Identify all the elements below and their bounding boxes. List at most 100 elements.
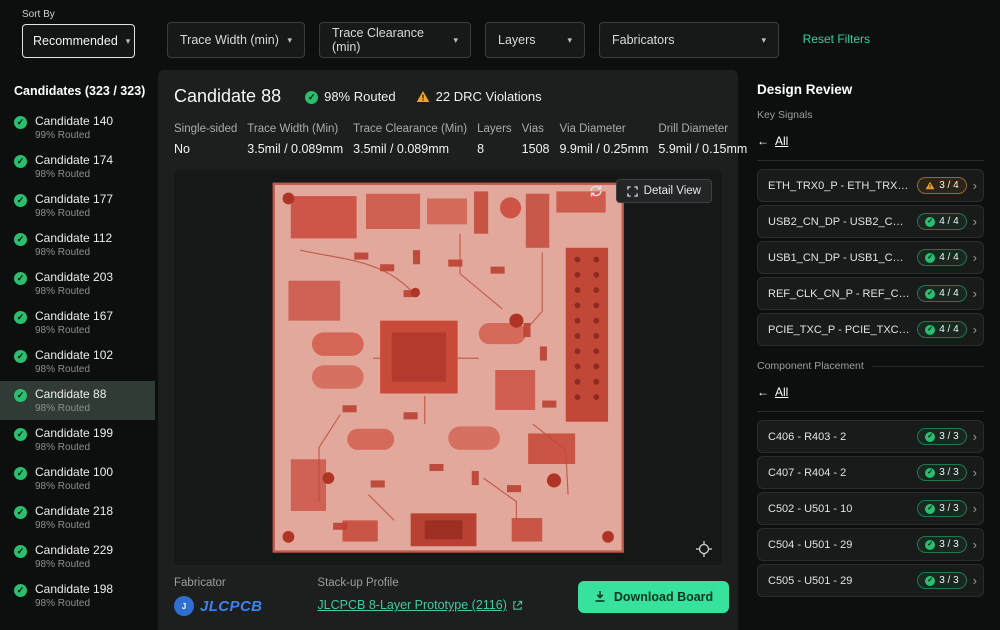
signal-score-badge: ✓ 4 / 4 [917, 321, 966, 338]
filter-label: Trace Width (min) [180, 33, 279, 47]
component-row[interactable]: C406 - R403 - 2 ✓ 3 / 3 › [757, 420, 984, 453]
candidate-list-item[interactable]: ✓ Candidate 199 98% Routed [0, 420, 155, 459]
candidate-list-item-selected[interactable]: ✓ Candidate 88 98% Routed [0, 381, 155, 420]
component-score-badge: ✓ 3 / 3 [917, 500, 966, 517]
stackup-label: Stack-up Profile [317, 577, 522, 589]
candidate-routed: 98% Routed [35, 598, 113, 609]
warning-icon [925, 181, 935, 190]
candidate-list-item[interactable]: ✓ Candidate 112 98% Routed [0, 225, 155, 264]
component-score-badge: ✓ 3 / 3 [917, 464, 966, 481]
external-link-icon [512, 600, 523, 611]
component-placement-label: Component Placement [757, 360, 864, 372]
filter-trace-clearance[interactable]: Trace Clearance (min) ▾ [319, 22, 471, 58]
check-icon: ✓ [14, 155, 27, 168]
spec-table: Single-sided No Trace Width (Min) 3.5mil… [174, 123, 722, 156]
reset-filters-link[interactable]: Reset Filters [803, 32, 870, 46]
check-icon: ✓ [14, 467, 27, 480]
check-icon: ✓ [14, 506, 27, 519]
filter-fabricators[interactable]: Fabricators ▾ [599, 22, 779, 58]
candidate-list-item[interactable]: ✓ Candidate 218 98% Routed [0, 498, 155, 537]
content-area: Candidates (323 / 323) ✓ Candidate 140 9… [0, 70, 1000, 630]
chevron-down-icon: ▾ [761, 35, 766, 46]
spec-col: Via Diameter 9.9mil / 0.25mm [559, 123, 648, 156]
key-signal-row[interactable]: REF_CLK_CN_P - REF_CLK_C… ✓ 4 / 4 › [757, 277, 984, 310]
candidate-name: Candidate 102 [35, 348, 113, 363]
candidate-routed: 98% Routed [35, 208, 113, 219]
detail-footer: Fabricator J JLCPCB Stack-up Profile JLC… [174, 577, 722, 616]
candidate-name: Candidate 229 [35, 543, 113, 558]
candidate-routed: 98% Routed [35, 481, 113, 492]
sort-by-dropdown[interactable]: Recommended ▾ [22, 24, 135, 58]
candidate-list-item[interactable]: ✓ Candidate 198 98% Routed [0, 576, 155, 615]
center-view-button[interactable] [696, 541, 712, 557]
candidate-name: Candidate 198 [35, 582, 113, 597]
component-row[interactable]: C504 - U501 - 29 ✓ 3 / 3 › [757, 528, 984, 561]
check-icon: ✓ [14, 350, 27, 363]
candidate-list-item[interactable]: ✓ Candidate 100 98% Routed [0, 459, 155, 498]
check-icon: ✓ [925, 468, 935, 478]
candidate-routed: 99% Routed [35, 130, 113, 141]
components-all-row: ← All [757, 378, 984, 412]
spec-col: Trace Clearance (Min) 3.5mil / 0.089mm [353, 123, 467, 156]
fabricator-block: Fabricator J JLCPCB [174, 577, 262, 616]
chevron-down-icon: ▾ [126, 36, 131, 47]
stackup-block: Stack-up Profile JLCPCB 8-Layer Prototyp… [317, 577, 522, 612]
key-signal-row[interactable]: PCIE_TXC_P - PCIE_TXC_N ✓ 4 / 4 › [757, 313, 984, 346]
check-icon: ✓ [14, 233, 27, 246]
key-signal-row[interactable]: USB2_CN_DP - USB2_CN_DN ✓ 4 / 4 › [757, 205, 984, 238]
chevron-right-icon: › [973, 250, 977, 265]
chevron-right-icon: › [973, 429, 977, 444]
signal-score-badge: ✓ 4 / 4 [917, 285, 966, 302]
candidate-routed: 98% Routed [35, 559, 113, 570]
expand-icon [627, 186, 638, 197]
chevron-right-icon: › [973, 537, 977, 552]
candidates-header: Candidates (323 / 323) [0, 78, 155, 108]
key-signals-all-row: ← All [757, 127, 984, 161]
flip-view-button[interactable] [588, 184, 604, 198]
chevron-right-icon: › [973, 501, 977, 516]
check-icon: ✓ [925, 325, 935, 335]
chevron-down-icon: ▾ [453, 35, 458, 46]
signal-score-badge: ✓ 4 / 4 [917, 249, 966, 266]
sort-by-group: Sort By Recommended ▾ [22, 9, 135, 58]
component-row[interactable]: C407 - R404 - 2 ✓ 3 / 3 › [757, 456, 984, 489]
candidate-list-item[interactable]: ✓ Candidate 167 98% Routed [0, 303, 155, 342]
candidate-routed: 98% Routed [35, 442, 113, 453]
check-icon: ✓ [14, 389, 27, 402]
check-icon: ✓ [14, 272, 27, 285]
download-board-button[interactable]: Download Board [578, 581, 729, 613]
flip-view-icon [588, 184, 604, 198]
pcb-preview-image [272, 182, 624, 553]
design-review-title: Design Review [757, 82, 984, 97]
candidate-list-item[interactable]: ✓ Candidate 229 98% Routed [0, 537, 155, 576]
chevron-right-icon: › [973, 286, 977, 301]
detail-view-button[interactable]: Detail View [616, 179, 712, 203]
candidate-routed: 98% Routed [35, 364, 113, 375]
pcb-preview-area: Detail View [174, 170, 722, 565]
candidate-list-item[interactable]: ✓ Candidate 177 98% Routed [0, 186, 155, 225]
candidate-list-item[interactable]: ✓ Candidate 174 98% Routed [0, 147, 155, 186]
candidate-list-item[interactable]: ✓ Candidate 203 98% Routed [0, 264, 155, 303]
component-row[interactable]: C505 - U501 - 29 ✓ 3 / 3 › [757, 564, 984, 597]
candidate-list-item[interactable]: ✓ Candidate 140 99% Routed [0, 108, 155, 147]
key-signal-row[interactable]: ETH_TRX0_P - ETH_TRX0_N 3 / 4 › [757, 169, 984, 202]
check-icon: ✓ [14, 428, 27, 441]
candidate-list-item[interactable]: ✓ Candidate 102 98% Routed [0, 342, 155, 381]
key-signals-all-link[interactable]: ← All [757, 134, 788, 148]
check-icon: ✓ [925, 504, 935, 514]
divider [872, 366, 984, 367]
filter-layers[interactable]: Layers ▾ [485, 22, 585, 58]
components-all-link[interactable]: ← All [757, 385, 788, 399]
sort-by-label: Sort By [22, 9, 135, 20]
routed-badge: ✓ 98% Routed [305, 89, 396, 104]
key-signal-row[interactable]: USB1_CN_DP - USB1_CN_DN ✓ 4 / 4 › [757, 241, 984, 274]
candidate-routed: 98% Routed [35, 247, 112, 258]
app-window: Sort By Recommended ▾ Trace Width (min) … [0, 0, 1000, 630]
spec-col: Trace Width (Min) 3.5mil / 0.089mm [247, 123, 343, 156]
stackup-profile-link[interactable]: JLCPCB 8-Layer Prototype (2116) [317, 598, 522, 612]
component-row[interactable]: C502 - U501 - 10 ✓ 3 / 3 › [757, 492, 984, 525]
candidate-routed: 98% Routed [35, 286, 113, 297]
filter-trace-width[interactable]: Trace Width (min) ▾ [167, 22, 305, 58]
chevron-right-icon: › [973, 322, 977, 337]
candidate-detail-panel: Candidate 88 ✓ 98% Routed 22 DRC Violati… [158, 70, 738, 630]
